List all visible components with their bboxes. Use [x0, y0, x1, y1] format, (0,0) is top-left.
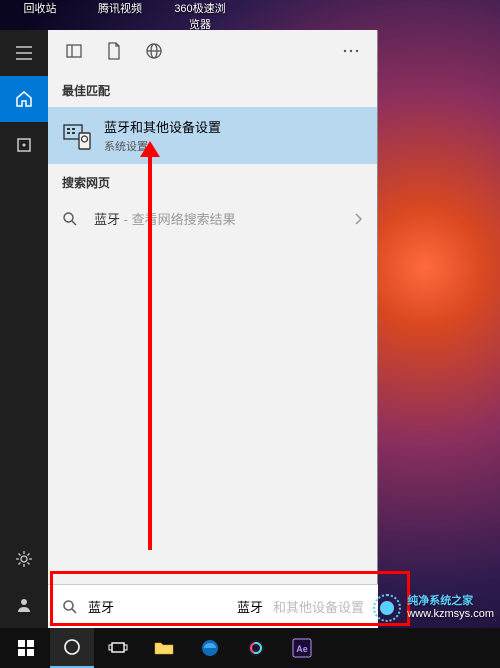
- rail-account-button[interactable]: [0, 582, 48, 628]
- web-result-highlight: 蓝牙: [94, 212, 120, 227]
- rail-menu-button[interactable]: [0, 30, 48, 76]
- desktop-icon-tencent[interactable]: 腾讯视频: [90, 0, 150, 30]
- web-result-text: 蓝牙 - 查看网络搜索结果: [94, 209, 341, 228]
- taskbar-ae[interactable]: Ae: [280, 628, 324, 668]
- cortana-icon: [63, 638, 81, 656]
- best-match-highlight: 蓝牙: [104, 120, 130, 135]
- document-icon: [106, 42, 122, 60]
- header-panel-button[interactable]: [56, 33, 92, 69]
- cortana-button[interactable]: [50, 628, 94, 668]
- taskbar-edge[interactable]: [188, 628, 232, 668]
- taskbar: Ae: [0, 628, 500, 668]
- watermark-badge-icon: [373, 594, 401, 622]
- settings-device-icon: [62, 121, 92, 151]
- best-match-label: 最佳匹配: [48, 72, 377, 107]
- taskview-icon: [108, 640, 128, 656]
- watermark-brand: 纯净系统之家: [407, 595, 494, 608]
- folder-icon: [154, 640, 174, 656]
- start-button[interactable]: [4, 628, 48, 668]
- browser-icon: [247, 639, 265, 657]
- home-icon: [15, 90, 33, 108]
- taskview-button[interactable]: [96, 628, 140, 668]
- search-results-panel: 最佳匹配 蓝牙和其他设备设置 系统设置 搜索网页 蓝牙 - 查看网络搜索结果: [48, 30, 378, 628]
- windows-icon: [17, 639, 35, 657]
- gear-icon: [15, 550, 33, 568]
- watermark: 纯净系统之家 www.kzmsys.com: [373, 594, 494, 622]
- best-match-result[interactable]: 蓝牙和其他设备设置 系统设置: [48, 107, 377, 164]
- desktop-icon-recycle[interactable]: 回收站: [10, 0, 70, 30]
- best-match-rest: 和其他设备设置: [130, 120, 221, 135]
- desktop-icon-360[interactable]: 360极速浏览器: [170, 0, 230, 30]
- panel-empty-area: [48, 238, 377, 628]
- watermark-url: www.kzmsys.com: [407, 608, 494, 621]
- search-icon: [62, 211, 82, 227]
- rail-home-button[interactable]: [0, 76, 48, 122]
- rail-device-button[interactable]: [0, 122, 48, 168]
- taskbar-browser[interactable]: [234, 628, 278, 668]
- header-web-button[interactable]: [136, 33, 172, 69]
- device-icon: [15, 136, 33, 154]
- web-result-suffix: - 查看网络搜索结果: [120, 212, 236, 227]
- web-search-label: 搜索网页: [48, 164, 377, 199]
- header-document-button[interactable]: [96, 33, 132, 69]
- svg-text:Ae: Ae: [296, 644, 308, 654]
- person-icon: [15, 596, 33, 614]
- annotation-arrow: [148, 155, 152, 550]
- search-input-box[interactable]: 蓝牙和其他设备设置: [48, 584, 378, 628]
- chevron-right-icon: [353, 212, 363, 226]
- search-icon: [62, 599, 78, 615]
- globe-icon: [145, 42, 163, 60]
- web-search-result[interactable]: 蓝牙 - 查看网络搜索结果: [48, 199, 377, 238]
- panel-icon: [65, 42, 83, 60]
- panel-header: [48, 30, 377, 72]
- header-more-button[interactable]: [333, 33, 369, 69]
- start-left-rail: [0, 30, 48, 628]
- edge-icon: [201, 639, 219, 657]
- hamburger-icon: [15, 44, 33, 62]
- aftereffects-icon: Ae: [292, 638, 312, 658]
- desktop-icons-row: 回收站 腾讯视频 360极速浏览器: [0, 0, 500, 30]
- more-icon: [342, 48, 360, 54]
- rail-settings-button[interactable]: [0, 536, 48, 582]
- taskbar-folder[interactable]: [142, 628, 186, 668]
